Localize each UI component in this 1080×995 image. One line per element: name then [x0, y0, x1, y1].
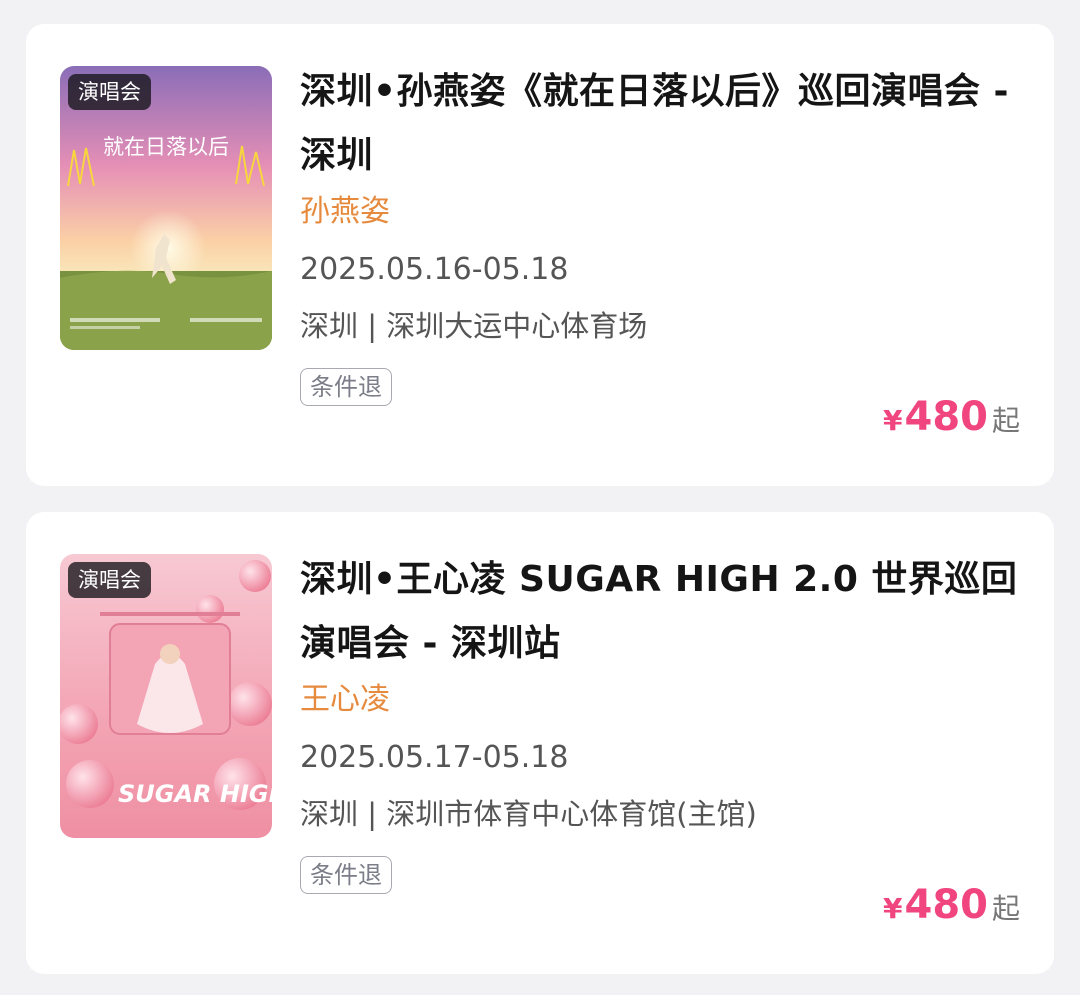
price-suffix: 起 — [991, 892, 1020, 925]
price-currency: ¥ — [883, 404, 903, 437]
event-date: 2025.05.16-05.18 — [300, 252, 569, 287]
refund-badge: 条件退 — [300, 368, 392, 406]
event-title[interactable]: 深圳•孙燕姿《就在日落以后》巡回演唱会 - 深圳 — [300, 60, 1030, 188]
category-tag: 演唱会 — [68, 562, 151, 598]
price-suffix: 起 — [991, 404, 1020, 437]
event-venue: 深圳 | 深圳市体育中心体育馆(主馆) — [300, 797, 757, 831]
event-artist: 孙燕姿 — [300, 194, 390, 229]
price-value: 480 — [904, 394, 988, 440]
event-price: ¥ 480 起 — [883, 394, 1020, 440]
refund-badge: 条件退 — [300, 856, 392, 894]
event-venue: 深圳 | 深圳大运中心体育场 — [300, 309, 648, 343]
event-poster[interactable]: SUGAR HIGH 演唱会 — [60, 554, 272, 838]
event-artist: 王心凌 — [300, 682, 390, 717]
event-date: 2025.05.17-05.18 — [300, 740, 569, 775]
event-title[interactable]: 深圳•王心凌 SUGAR HIGH 2.0 世界巡回演唱会 - 深圳站 — [300, 548, 1030, 676]
event-card[interactable]: SUGAR HIGH 演唱会 深圳•王心凌 SUGAR HIGH 2.0 世界巡… — [26, 512, 1054, 974]
price-value: 480 — [904, 882, 988, 928]
event-poster[interactable]: 就在日落以后 演唱会 — [60, 66, 272, 350]
event-price: ¥ 480 起 — [883, 882, 1020, 928]
price-currency: ¥ — [883, 892, 903, 925]
category-tag: 演唱会 — [68, 74, 151, 110]
poster-title-text: SUGAR HIGH — [118, 780, 272, 808]
event-card[interactable]: 就在日落以后 演唱会 深圳•孙燕姿《就在日落以后》巡回演唱会 - 深圳 孙燕姿 … — [26, 24, 1054, 486]
poster-title-text: 就在日落以后 — [103, 135, 229, 159]
